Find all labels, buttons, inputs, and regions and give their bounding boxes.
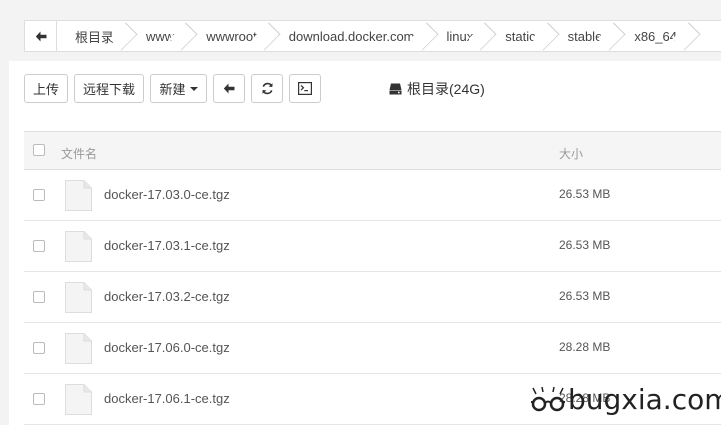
row-checkbox[interactable] (33, 189, 45, 201)
row-checkbox[interactable] (33, 291, 45, 303)
table-row[interactable]: docker-17.03.0-ce.tgz 26.53 MB (24, 170, 721, 221)
watermark-text: bugxia.com (568, 383, 721, 416)
terminal-icon (298, 82, 312, 95)
file-manager-panel: 上传 远程下载 新建 根目录(24G) 文件名 大小 docker-17.03.… (9, 61, 721, 425)
refresh-icon (261, 82, 273, 95)
column-header-size[interactable]: 大小 (559, 145, 583, 162)
glasses-icon (531, 386, 565, 411)
file-size: 26.53 MB (559, 238, 611, 252)
row-checkbox[interactable] (33, 393, 45, 405)
toolbar: 上传 远程下载 新建 根目录(24G) (24, 74, 485, 103)
row-checkbox[interactable] (33, 240, 45, 252)
disk-label: 根目录(24G) (407, 80, 485, 97)
new-dropdown-button[interactable]: 新建 (150, 74, 207, 103)
file-name[interactable]: docker-17.03.1-ce.tgz (104, 238, 230, 253)
breadcrumb-item-static[interactable]: static (487, 21, 549, 51)
breadcrumb: 根目录 www wwwroot download.docker.com linu… (24, 20, 721, 52)
refresh-button[interactable] (251, 74, 283, 103)
disk-indicator[interactable]: 根目录(24G) (389, 79, 485, 99)
file-icon (65, 231, 92, 262)
breadcrumb-item-download-docker[interactable]: download.docker.com (271, 21, 429, 51)
terminal-button[interactable] (289, 74, 321, 103)
table-row[interactable]: docker-17.03.1-ce.tgz 26.53 MB (24, 221, 721, 272)
arrow-left-icon (35, 31, 46, 41)
column-header-name[interactable]: 文件名 (61, 145, 97, 162)
table-header: 文件名 大小 (24, 132, 721, 170)
arrow-left-icon (223, 83, 235, 94)
breadcrumb-back-button[interactable] (25, 21, 57, 51)
file-icon (65, 333, 92, 364)
caret-down-icon (189, 86, 198, 91)
file-name[interactable]: docker-17.06.0-ce.tgz (104, 340, 230, 355)
file-size: 26.53 MB (559, 187, 611, 201)
upload-button[interactable]: 上传 (24, 74, 68, 103)
select-all-checkbox[interactable] (33, 144, 45, 156)
file-table: 文件名 大小 docker-17.03.0-ce.tgz 26.53 MB do… (24, 131, 721, 425)
file-name[interactable]: docker-17.06.1-ce.tgz (104, 391, 230, 406)
table-row[interactable]: docker-17.03.2-ce.tgz 26.53 MB (24, 272, 721, 323)
file-icon (65, 180, 92, 211)
watermark: bugxia.com (530, 383, 721, 416)
back-button[interactable] (213, 74, 245, 103)
hdd-icon (389, 83, 402, 94)
file-size: 28.28 MB (559, 340, 611, 354)
breadcrumb-item-www[interactable]: www (128, 21, 188, 51)
new-button-label: 新建 (159, 82, 186, 97)
file-size: 26.53 MB (559, 289, 611, 303)
file-icon (65, 282, 92, 313)
row-checkbox[interactable] (33, 342, 45, 354)
breadcrumb-item-root[interactable]: 根目录 (57, 21, 128, 51)
breadcrumb-item-linux[interactable]: linux (429, 21, 488, 51)
breadcrumb-item-x86-64[interactable]: x86_64 (616, 21, 691, 51)
file-icon (65, 384, 92, 415)
file-name[interactable]: docker-17.03.0-ce.tgz (104, 187, 230, 202)
remote-download-button[interactable]: 远程下载 (74, 74, 144, 103)
file-name[interactable]: docker-17.03.2-ce.tgz (104, 289, 230, 304)
breadcrumb-item-wwwroot[interactable]: wwwroot (188, 21, 271, 51)
table-row[interactable]: docker-17.06.0-ce.tgz 28.28 MB (24, 323, 721, 374)
breadcrumb-item-stable[interactable]: stable (550, 21, 617, 51)
